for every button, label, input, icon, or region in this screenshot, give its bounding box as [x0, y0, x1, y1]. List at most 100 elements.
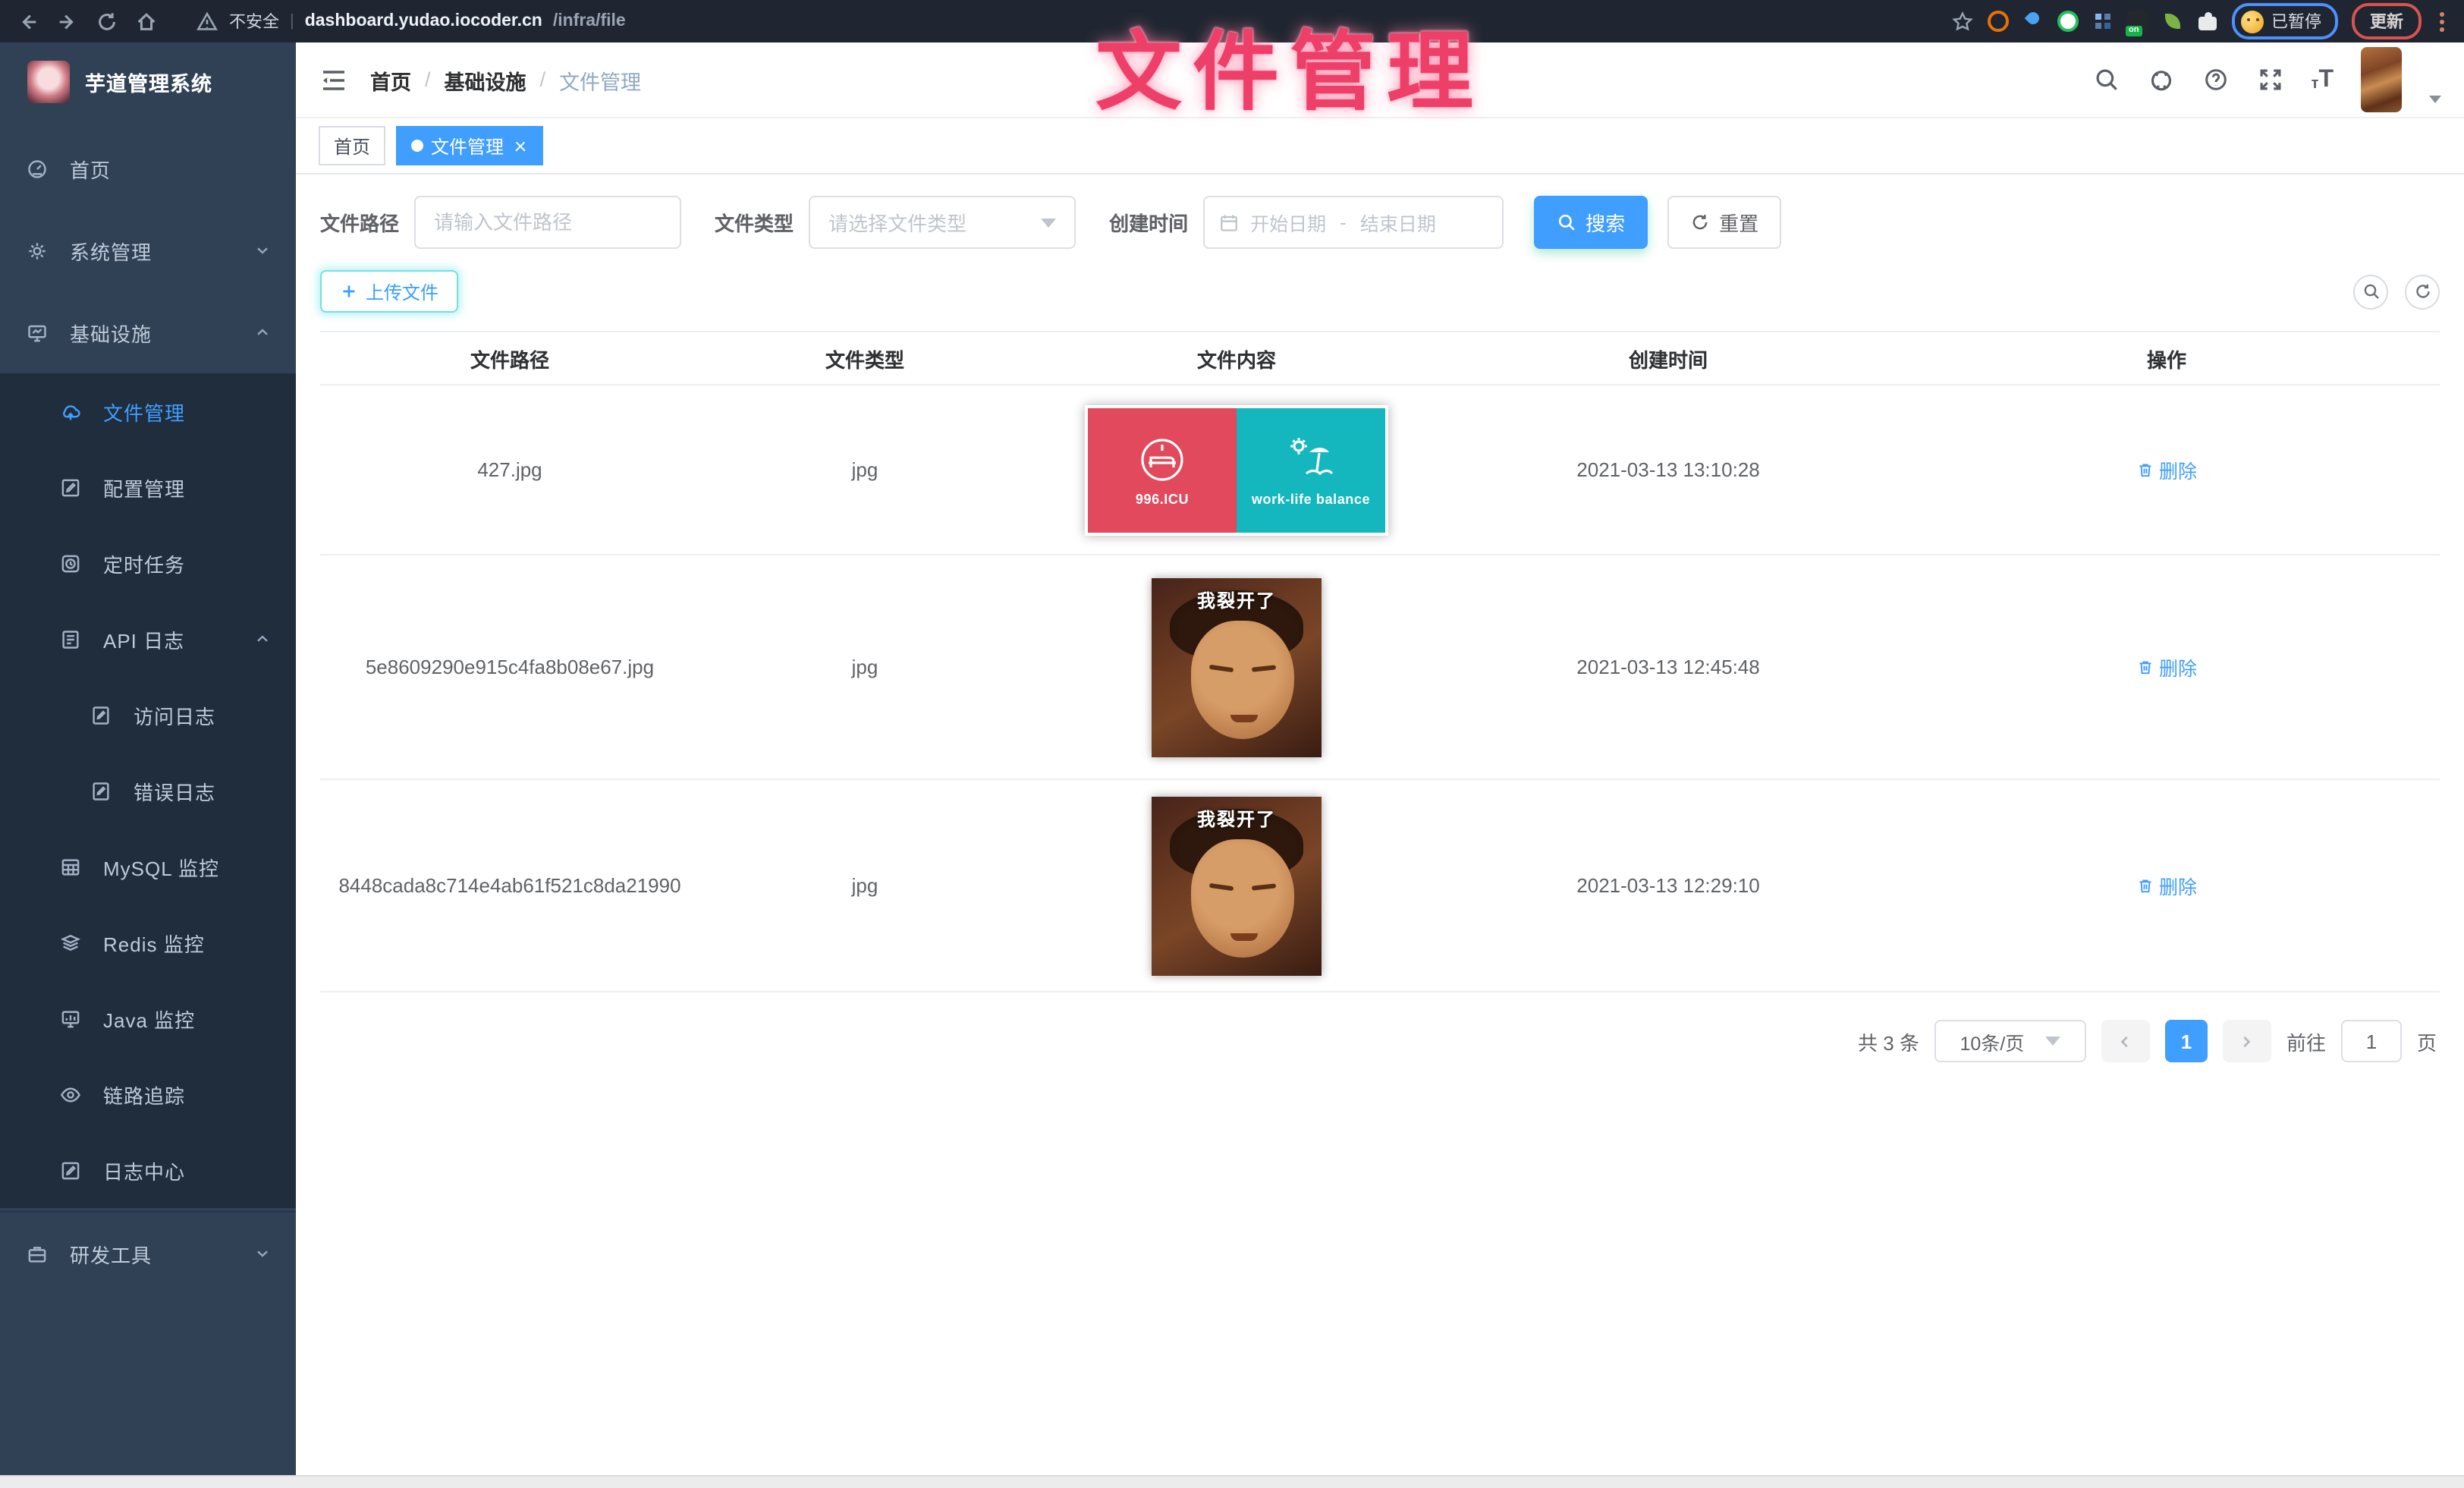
home-icon[interactable] [134, 9, 158, 33]
calendar-icon [1218, 212, 1240, 233]
upload-file-button[interactable]: 上传文件 [320, 270, 458, 313]
sidebar-item-system[interactable]: 系统管理 [0, 209, 296, 291]
sidebar-item-file-management[interactable]: 文件管理 [0, 373, 296, 449]
bookmark-star-icon[interactable] [1950, 9, 1974, 33]
file-path-input[interactable] [434, 211, 662, 234]
update-button[interactable]: 更新 [2352, 3, 2422, 39]
monitor-bars-icon [58, 1006, 82, 1030]
app-shell: 芋道管理系统 首页 系统管理 基础设施 [0, 42, 2464, 1475]
forward-icon[interactable] [55, 9, 79, 33]
extensions-puzzle-icon[interactable] [2197, 11, 2218, 32]
start-date-placeholder[interactable]: 开始日期 [1250, 208, 1326, 237]
date-range-picker[interactable]: 开始日期 - 结束日期 [1203, 196, 1504, 249]
log-edit-icon [58, 1158, 82, 1182]
tag-file-management[interactable]: 文件管理 [396, 126, 543, 165]
sidebar-item-access-log[interactable]: 访问日志 [0, 677, 296, 753]
current-page-button[interactable]: 1 [2165, 1020, 2208, 1062]
file-path-field[interactable] [414, 196, 681, 249]
extension-green-ring-icon[interactable] [2057, 11, 2079, 32]
sidebar-logo[interactable]: 芋道管理系统 [0, 42, 296, 118]
sidebar-item-mysql-monitor[interactable]: MySQL 监控 [0, 829, 296, 904]
table-tools [2353, 274, 2440, 309]
prev-page-button[interactable] [2101, 1020, 2150, 1062]
banner-left-panel: 996.ICU [1088, 407, 1237, 532]
sidebar-item-scheduled-tasks[interactable]: 定时任务 [0, 525, 296, 601]
cell-file-type: jpg [699, 868, 1030, 903]
screen: 不安全 | dashboard.yudao.iocoder.cn/infra/f… [0, 0, 2464, 1488]
goto-page-input[interactable] [2341, 1020, 2402, 1062]
extension-leaf-icon[interactable] [2162, 11, 2183, 32]
sidebar-item-config-management[interactable]: 配置管理 [0, 449, 296, 525]
file-preview-996-banner[interactable]: 996.ICU work-life balance [1085, 404, 1388, 535]
tag-home[interactable]: 首页 [319, 126, 385, 165]
sidebar-item-java-monitor[interactable]: Java 监控 [0, 980, 296, 1056]
delete-button[interactable]: 删除 [2136, 455, 2197, 484]
sidebar-item-log-center[interactable]: 日志中心 [0, 1132, 296, 1208]
sidebar-item-error-log[interactable]: 错误日志 [0, 753, 296, 829]
col-header-content: 文件内容 [1030, 338, 1443, 379]
page-size-select[interactable]: 10条/页 [1934, 1020, 2086, 1062]
end-date-placeholder[interactable]: 结束日期 [1360, 208, 1436, 237]
horizontal-scrollbar[interactable] [0, 1475, 2464, 1488]
breadcrumb-infra[interactable]: 基础设施 [445, 64, 526, 95]
col-header-type: 文件类型 [699, 338, 1030, 379]
url-divider: | [290, 12, 294, 30]
profile-paused-pill[interactable]: 已暂停 [2232, 3, 2338, 39]
sidebar-item-api-log[interactable]: API 日志 [0, 601, 296, 677]
cell-file-type: jpg [699, 452, 1030, 487]
sidebar-item-dev-tools[interactable]: 研发工具 [0, 1213, 296, 1295]
close-icon[interactable] [511, 137, 528, 154]
beach-umbrella-icon [1285, 433, 1337, 485]
chevron-down-icon [2045, 1037, 2060, 1046]
cell-file-type: jpg [699, 650, 1030, 684]
cell-file-path: 427.jpg [320, 452, 699, 487]
breadcrumb-current: 文件管理 [559, 64, 641, 95]
toggle-search-icon[interactable] [2353, 274, 2388, 309]
reload-icon[interactable] [94, 9, 118, 33]
breadcrumb-separator: / [425, 68, 431, 91]
profile-avatar [2241, 10, 2264, 33]
address-bar[interactable]: 不安全 | dashboard.yudao.iocoder.cn/infra/f… [194, 9, 1934, 33]
next-page-button[interactable] [2223, 1020, 2271, 1062]
chevron-up-icon [253, 630, 272, 648]
sidebar-item-home[interactable]: 首页 [0, 127, 296, 209]
document-edit-icon [88, 779, 112, 803]
goto-label: 前往 [2286, 1027, 2326, 1055]
github-icon[interactable] [2148, 66, 2175, 93]
delete-button[interactable]: 删除 [2136, 871, 2197, 900]
dashboard-icon [24, 156, 49, 181]
extension-orange-icon[interactable] [1988, 11, 2009, 32]
file-type-label: 文件类型 [715, 208, 794, 237]
paused-label: 已暂停 [2271, 9, 2321, 33]
file-preview-meme[interactable]: 我裂开了 [1152, 796, 1322, 975]
col-header-time: 创建时间 [1443, 338, 1894, 379]
extension-grid-icon[interactable] [2092, 11, 2114, 32]
delete-button[interactable]: 删除 [2136, 653, 2197, 681]
search-button[interactable]: 搜索 [1534, 196, 1648, 249]
breadcrumb-home[interactable]: 首页 [370, 64, 411, 95]
fullscreen-icon[interactable] [2257, 66, 2284, 93]
meme-caption: 我裂开了 [1152, 805, 1322, 831]
refresh-icon[interactable] [2405, 274, 2440, 309]
table-row: 427.jpg jpg 996.ICU work-life balan [320, 385, 2440, 555]
user-avatar[interactable] [2361, 47, 2402, 112]
sidebar-item-tracing[interactable]: 链路追踪 [0, 1056, 296, 1132]
file-preview-meme[interactable]: 我裂开了 [1152, 577, 1322, 757]
browser-menu-icon[interactable] [2435, 10, 2449, 33]
sidebar-item-redis-monitor[interactable]: Redis 监控 [0, 904, 296, 980]
document-edit-icon [58, 627, 82, 651]
total-count: 共 3 条 [1858, 1027, 1919, 1055]
file-type-select[interactable]: 请选择文件类型 [809, 196, 1076, 249]
search-icon[interactable] [2093, 66, 2120, 93]
avatar-caret-icon[interactable] [2429, 96, 2441, 103]
sidebar-item-infra[interactable]: 基础设施 [0, 291, 296, 373]
font-size-icon[interactable] [2312, 68, 2334, 92]
back-icon[interactable] [15, 9, 39, 33]
reset-button[interactable]: 重置 [1667, 196, 1781, 249]
toolbox-icon [24, 1241, 49, 1266]
hamburger-icon[interactable] [319, 64, 349, 95]
help-icon[interactable] [2202, 66, 2230, 93]
breadcrumb-separator: / [540, 68, 546, 91]
extension-pin-icon[interactable] [2022, 11, 2044, 32]
extension-switch-icon[interactable]: on [2127, 11, 2148, 32]
